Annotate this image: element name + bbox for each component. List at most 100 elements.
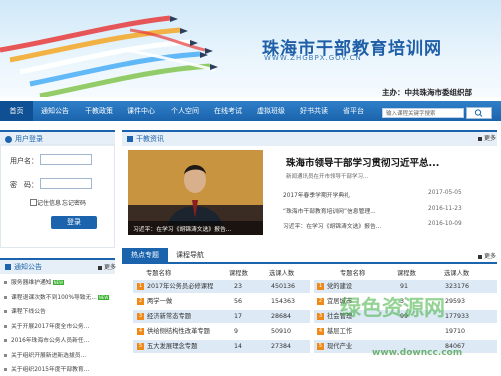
course-count: 17 [234, 313, 243, 320]
search-icon [474, 109, 483, 117]
nav-item-books[interactable]: 好书共读 [300, 101, 328, 121]
learner-count: 154363 [271, 298, 296, 305]
bullet-icon [4, 295, 7, 299]
topic-name: 两学一做 [147, 298, 173, 305]
notice-item[interactable]: 课程下线公告 [4, 306, 116, 315]
notice-text: 课程下线公告 [11, 309, 46, 315]
column-header-name: 专题名称 [146, 270, 172, 277]
notice-text: 关于组织开展新进新选拔员... [11, 352, 87, 359]
rank-badge: 1 [317, 282, 324, 290]
search-button[interactable] [466, 107, 492, 119]
watermark-logo: 绿色资源网 [340, 296, 445, 320]
table-row[interactable]: 3 经济新常态专题 17 28684 [133, 310, 310, 323]
megaphone-icon [5, 264, 11, 270]
nav-item-exam[interactable]: 在线考试 [214, 101, 242, 121]
table-row[interactable]: 2 两学一做 56 154363 [133, 295, 310, 308]
bullet-icon [4, 368, 7, 371]
topic-name: 党的建设 [327, 283, 353, 290]
notice-text: 关于组织2015年度干部教育... [11, 367, 90, 373]
topic-name: 五大发展理念专题 [147, 343, 198, 350]
topic-name-cell: 1 2017年公务员必修课程 [137, 280, 213, 293]
topic-name-cell: 4 供给侧结构性改革专题 [137, 325, 210, 338]
login-button[interactable]: 登录 [51, 216, 97, 229]
news-headline[interactable]: 珠海市领导干部学习贯彻习近平总... [286, 155, 439, 169]
notice-text: 服务器维护通知 [11, 280, 52, 286]
rank-badge: 3 [137, 312, 144, 320]
notice-item[interactable]: 服务器维护通知 NEW [4, 277, 116, 286]
table-row[interactable]: 4 供给侧结构性改革专题 9 50910 [133, 325, 310, 338]
topic-name: 经济新常态专题 [147, 313, 192, 320]
notice-item[interactable]: 关于开展2017年度全市公务... [4, 321, 116, 330]
table-row[interactable]: 5 五大发展理念专题 14 27384 [133, 340, 310, 353]
nav-item-personal[interactable]: 个人空间 [171, 101, 199, 121]
notice-item[interactable]: 关于组织2015年度干部教育... [4, 364, 116, 373]
nav-item-provincial[interactable]: 省平台 [343, 101, 364, 121]
topic-name-cell: 4 基层工作 [317, 325, 352, 338]
column-header-name: 专题名称 [340, 270, 366, 277]
password-label: 密 码： [10, 181, 38, 189]
table-row[interactable]: 4 基层工作 19710 [314, 325, 497, 338]
nav-item-policy[interactable]: 干教政策 [85, 101, 113, 121]
news-title: 干教资讯 [136, 135, 164, 143]
more-icon [478, 254, 482, 259]
bullet-icon [4, 310, 7, 313]
notice-item[interactable]: 课程退课次数不到100%导致无... NEW [4, 292, 116, 301]
rank-badge: 4 [137, 327, 144, 335]
topic-name: 2017年公务员必修课程 [147, 283, 214, 290]
topic-name-cell: 3 经济新常态专题 [137, 310, 191, 323]
bullet-icon [4, 353, 7, 357]
course-count: 23 [234, 283, 243, 290]
topic-name-cell: 5 现代产业 [317, 340, 352, 353]
notice-item[interactable]: 关于组织开展新进新选拔员... [4, 350, 116, 359]
learner-count: 28684 [271, 313, 292, 320]
rank-badge: 5 [137, 342, 144, 350]
news-date: 2016-10-09 [428, 221, 462, 227]
topic-name: 基层工作 [327, 328, 353, 335]
topics-more-link[interactable]: 更多 [478, 251, 496, 260]
search-input[interactable]: 输入课程关键字搜索 [382, 108, 464, 118]
watermark-url: www.downcc.com [372, 348, 463, 358]
column-header-learners: 选课人数 [269, 270, 295, 277]
nav-item-courses[interactable]: 课件中心 [127, 101, 155, 121]
news-caption[interactable]: 习近平：在学习《胡锦涛文选》报告... [133, 224, 231, 233]
rank-badge: 5 [317, 342, 324, 350]
topic-name: 供给侧结构性改革专题 [147, 328, 210, 335]
column-header-courses: 课程数 [397, 270, 416, 277]
password-field[interactable] [40, 178, 92, 189]
notice-item[interactable]: 2016年珠海市公务人员新任... [4, 335, 116, 344]
table-row[interactable]: 1 2017年公务员必修课程 23 450136 [133, 280, 310, 293]
login-title: 用户登录 [15, 135, 43, 143]
topic-name-cell: 2 两学一做 [137, 295, 172, 308]
learner-count: 177933 [445, 313, 470, 320]
course-count: 56 [234, 298, 243, 305]
nav-item-virtual-class[interactable]: 虚拟班级 [257, 101, 285, 121]
tab-course-guide[interactable]: 课程导航 [176, 248, 204, 262]
news-more-link[interactable]: 更多 [478, 133, 496, 142]
rank-badge: 3 [317, 312, 324, 320]
site-url: WWW.ZHGBPX.GOV.CN [264, 54, 362, 62]
topic-name: 现代产业 [327, 343, 353, 350]
learner-count: 19710 [445, 328, 466, 335]
notice-more-link[interactable]: 更多 [98, 262, 116, 271]
topic-name-cell: 5 五大发展理念专题 [137, 340, 197, 353]
rank-badge: 2 [137, 297, 144, 305]
bullet-icon [4, 339, 7, 342]
username-label: 用户名： [10, 157, 38, 165]
course-count: 9 [234, 328, 239, 335]
nav-item-home[interactable]: 首页 [0, 101, 33, 121]
username-field[interactable] [40, 154, 92, 165]
remember-checkbox[interactable] [30, 199, 37, 206]
notice-text: 关于开展2017年度全市公务... [11, 323, 90, 330]
nav-item-notices[interactable]: 通知公告 [41, 101, 69, 121]
site-host: 主办：中共珠海市委组织部 [382, 88, 472, 97]
user-icon [5, 135, 12, 143]
tab-hot-topics[interactable]: 热点专题 [122, 248, 168, 262]
learner-count: 27384 [271, 343, 292, 350]
learner-count: 450136 [271, 283, 296, 290]
rank-badge: 4 [317, 327, 324, 335]
more-icon [478, 136, 482, 141]
rank-badge: 1 [137, 282, 144, 290]
forgot-password-link[interactable]: 忘记密码 [62, 198, 86, 207]
learner-count: 323176 [445, 283, 470, 290]
learner-count: 29593 [445, 298, 466, 305]
